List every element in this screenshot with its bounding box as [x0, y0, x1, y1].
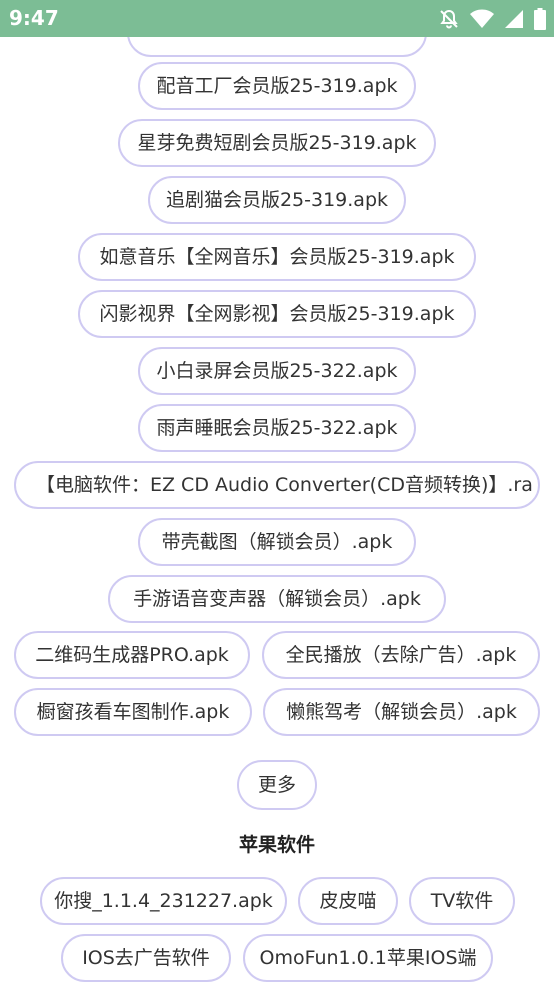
apple-app-pill[interactable]: 你搜_1.1.4_231227.apk	[40, 877, 287, 925]
app-pill-cutoff[interactable]	[127, 37, 427, 57]
app-pill[interactable]: 懒熊驾考（解锁会员）.apk	[263, 688, 540, 736]
app-list-page[interactable]: 配音工厂会员版25-319.apk 星芽免费短剧会员版25-319.apk 追剧…	[0, 37, 554, 984]
battery-icon	[534, 8, 546, 30]
app-pill[interactable]: 全民播放（去除广告）.apk	[262, 631, 540, 679]
app-pill[interactable]: 雨声睡眠会员版25-322.apk	[138, 404, 416, 452]
app-pill[interactable]: 星芽免费短剧会员版25-319.apk	[118, 119, 436, 167]
more-button[interactable]: 更多	[237, 760, 317, 810]
app-pill[interactable]: 二维码生成器PRO.apk	[14, 631, 250, 679]
apple-app-pill[interactable]: 皮皮喵	[298, 877, 398, 925]
status-icons	[438, 8, 546, 30]
app-pill[interactable]: 如意音乐【全网音乐】会员版25-319.apk	[78, 233, 476, 281]
app-pill[interactable]: 橱窗孩看车图制作.apk	[14, 688, 252, 736]
signal-icon	[504, 9, 524, 29]
apple-app-pill[interactable]: IOS去广告软件	[61, 934, 231, 982]
status-time: 9:47	[9, 6, 59, 30]
app-pill[interactable]: 配音工厂会员版25-319.apk	[138, 62, 416, 110]
app-pill[interactable]: 【电脑软件：EZ CD Audio Converter(CD音频转换)】.ra	[14, 461, 540, 509]
apple-app-pill[interactable]: TV软件	[409, 877, 515, 925]
app-pill[interactable]: 带壳截图（解锁会员）.apk	[138, 518, 416, 566]
apple-section-title: 苹果软件	[238, 834, 315, 856]
app-pill[interactable]: 追剧猫会员版25-319.apk	[148, 176, 406, 224]
wifi-icon	[470, 9, 494, 29]
app-pill[interactable]: 闪影视界【全网影视】会员版25-319.apk	[78, 290, 476, 338]
apple-app-pill[interactable]: OmoFun1.0.1苹果IOS端	[243, 934, 493, 982]
notification-off-icon	[438, 8, 460, 30]
app-pill[interactable]: 小白录屏会员版25-322.apk	[138, 347, 416, 395]
app-pill[interactable]: 手游语音变声器（解锁会员）.apk	[108, 575, 446, 623]
status-bar: 9:47	[0, 0, 554, 37]
